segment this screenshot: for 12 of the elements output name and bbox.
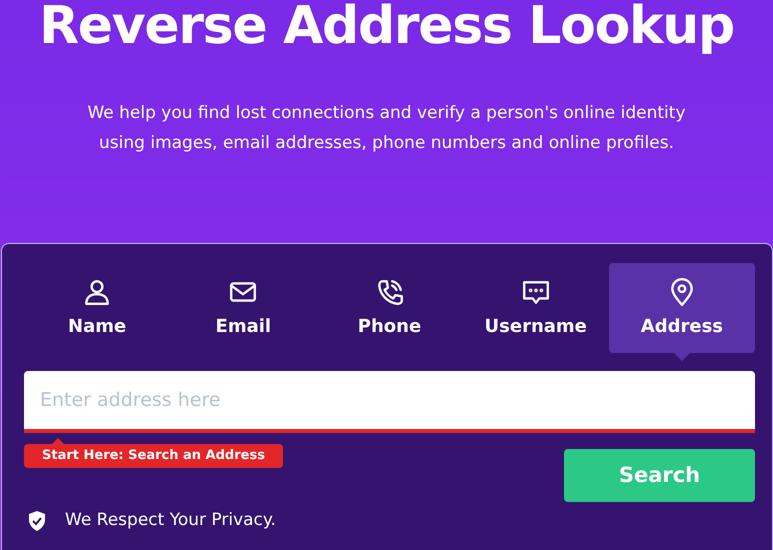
search-tab[interactable]: Phone	[316, 263, 463, 353]
tab-pointer	[674, 353, 690, 361]
search-tab[interactable]: Name	[24, 263, 170, 353]
shield-check-icon	[27, 510, 47, 532]
hint-label: Start Here: Search an Address	[24, 444, 283, 468]
privacy-note: We Respect Your Privacy.	[65, 509, 276, 532]
intro-text: We help you find lost connections and verify a person's online identity using images, email addresses, phone numbers and online profiles.	[86, 102, 686, 155]
search-tab[interactable]: Address	[608, 263, 756, 353]
page-title: Reverse Address Lookup	[39, 0, 734, 56]
search-tab[interactable]: Email	[170, 263, 316, 353]
search-tab[interactable]: Username	[462, 263, 609, 353]
address-input[interactable]: Enter address here	[24, 371, 755, 433]
